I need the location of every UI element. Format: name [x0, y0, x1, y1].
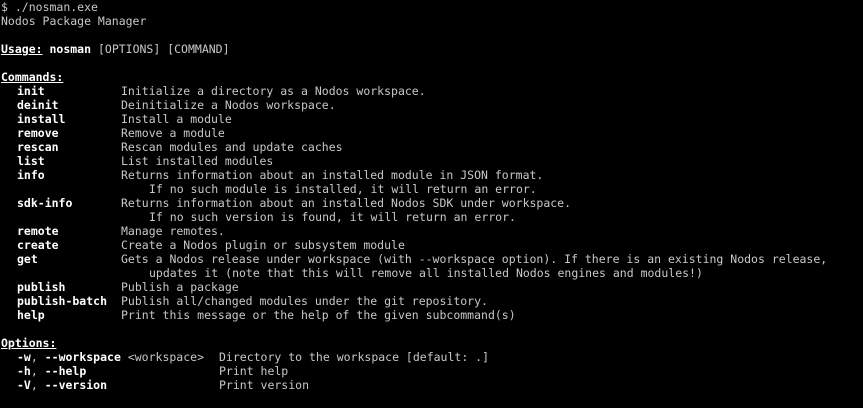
- options-header: Options:: [1, 336, 57, 350]
- option-flags: -V, --version: [17, 378, 107, 392]
- command-row: publish-batch Publish all/changed modules…: [1, 294, 861, 308]
- option-description: Print help: [219, 364, 289, 378]
- option-row: -h, --help Print help: [1, 364, 861, 378]
- usage-label: Usage:: [1, 42, 43, 56]
- option-separator: ,: [30, 378, 45, 392]
- command-description-continuation: updates it (note that this will remove a…: [149, 266, 703, 280]
- command-name: deinit: [17, 98, 59, 112]
- command-row: info Returns information about an install…: [1, 168, 861, 182]
- option-flags: -w, --workspace <workspace>: [17, 350, 204, 364]
- command-row: init Initialize a directory as a Nodos wo…: [1, 84, 861, 98]
- command-description: Initialize a directory as a Nodos worksp…: [121, 84, 426, 98]
- command-row: rescan Rescan modules and update caches: [1, 140, 861, 154]
- command-name: get: [17, 252, 38, 266]
- command-row: create Create a Nodos plugin or subsystem…: [1, 238, 861, 252]
- command-name: create: [17, 238, 59, 252]
- command-name: publish: [17, 280, 66, 294]
- command-description: Gets a Nodos release under workspace (wi…: [121, 252, 828, 266]
- command-name: list: [17, 154, 45, 168]
- command-description: Returns information about an installed N…: [121, 196, 572, 210]
- command-description-continuation: If no such version is found, it will ret…: [149, 210, 516, 224]
- command-row: deinit Deinitialize a Nodos workspace.: [1, 98, 861, 112]
- command-description: Returns information about an installed m…: [121, 168, 544, 182]
- command-name: info: [17, 168, 45, 182]
- prompt-line: $ ./nosman.exe: [1, 0, 98, 14]
- command-name: help: [17, 308, 45, 322]
- command-row: remove Remove a module: [1, 126, 861, 140]
- usage-args: [OPTIONS] [COMMAND]: [97, 42, 230, 56]
- option-short-flag: -w: [17, 350, 31, 364]
- prompt-command: ./nosman.exe: [14, 0, 98, 14]
- command-row: get Gets a Nodos release under workspace …: [1, 252, 861, 266]
- command-row: sdk-info Returns information about an ins…: [1, 196, 861, 210]
- command-description: Publish a package: [121, 280, 239, 294]
- command-row: install Install a module: [1, 112, 861, 126]
- command-description: Remove a module: [121, 126, 225, 140]
- usage-line: Usage: nosman [OPTIONS] [COMMAND]: [1, 42, 230, 56]
- command-description: Create a Nodos plugin or subsystem modul…: [121, 238, 405, 252]
- command-name: sdk-info: [17, 196, 73, 210]
- command-row: remote Manage remotes.: [1, 224, 861, 238]
- program-title: Nodos Package Manager: [1, 14, 147, 28]
- option-description: Directory to the workspace [default: .]: [219, 350, 490, 364]
- option-argument: <workspace>: [127, 350, 204, 364]
- prompt-symbol: $: [1, 0, 8, 14]
- terminal-window[interactable]: $ ./nosman.exe Nodos Package Manager Usa…: [0, 0, 863, 408]
- command-description: Publish all/changed modules under the gi…: [121, 294, 488, 308]
- option-row: -V, --version Print version: [1, 378, 861, 392]
- command-description: List installed modules: [121, 154, 274, 168]
- option-row: -w, --workspace <workspace> Directory to …: [1, 350, 861, 364]
- option-separator: ,: [30, 350, 45, 364]
- command-description: Print this message or the help of the gi…: [121, 308, 516, 322]
- option-long-flag: --help: [44, 364, 87, 378]
- command-description: Deinitialize a Nodos workspace.: [121, 98, 336, 112]
- command-name: remote: [17, 224, 59, 238]
- option-separator: ,: [30, 364, 45, 378]
- option-flags: -h, --help: [17, 364, 86, 378]
- command-row: list List installed modules: [1, 154, 861, 168]
- command-row-continuation: updates it (note that this will remove a…: [1, 266, 861, 280]
- option-short-flag: -h: [17, 364, 31, 378]
- command-row-continuation: If no such version is found, it will ret…: [1, 210, 861, 224]
- option-short-flag: -V: [17, 378, 31, 392]
- command-row-continuation: If no such module is installed, it will …: [1, 182, 861, 196]
- command-description-continuation: If no such module is installed, it will …: [149, 182, 537, 196]
- option-long-flag: --workspace: [44, 350, 121, 364]
- command-name: rescan: [17, 140, 59, 154]
- command-description: Rescan modules and update caches: [121, 140, 343, 154]
- command-row: help Print this message or the help of th…: [1, 308, 861, 322]
- commands-header: Commands:: [1, 70, 64, 84]
- command-name: remove: [17, 126, 59, 140]
- command-name: init: [17, 84, 45, 98]
- command-row: publish Publish a package: [1, 280, 861, 294]
- command-name: publish-batch: [17, 294, 108, 308]
- command-name: install: [17, 112, 66, 126]
- command-description: Manage remotes.: [121, 224, 225, 238]
- option-description: Print version: [219, 378, 310, 392]
- option-long-flag: --version: [44, 378, 108, 392]
- command-description: Install a module: [121, 112, 232, 126]
- usage-program: nosman: [49, 42, 92, 56]
